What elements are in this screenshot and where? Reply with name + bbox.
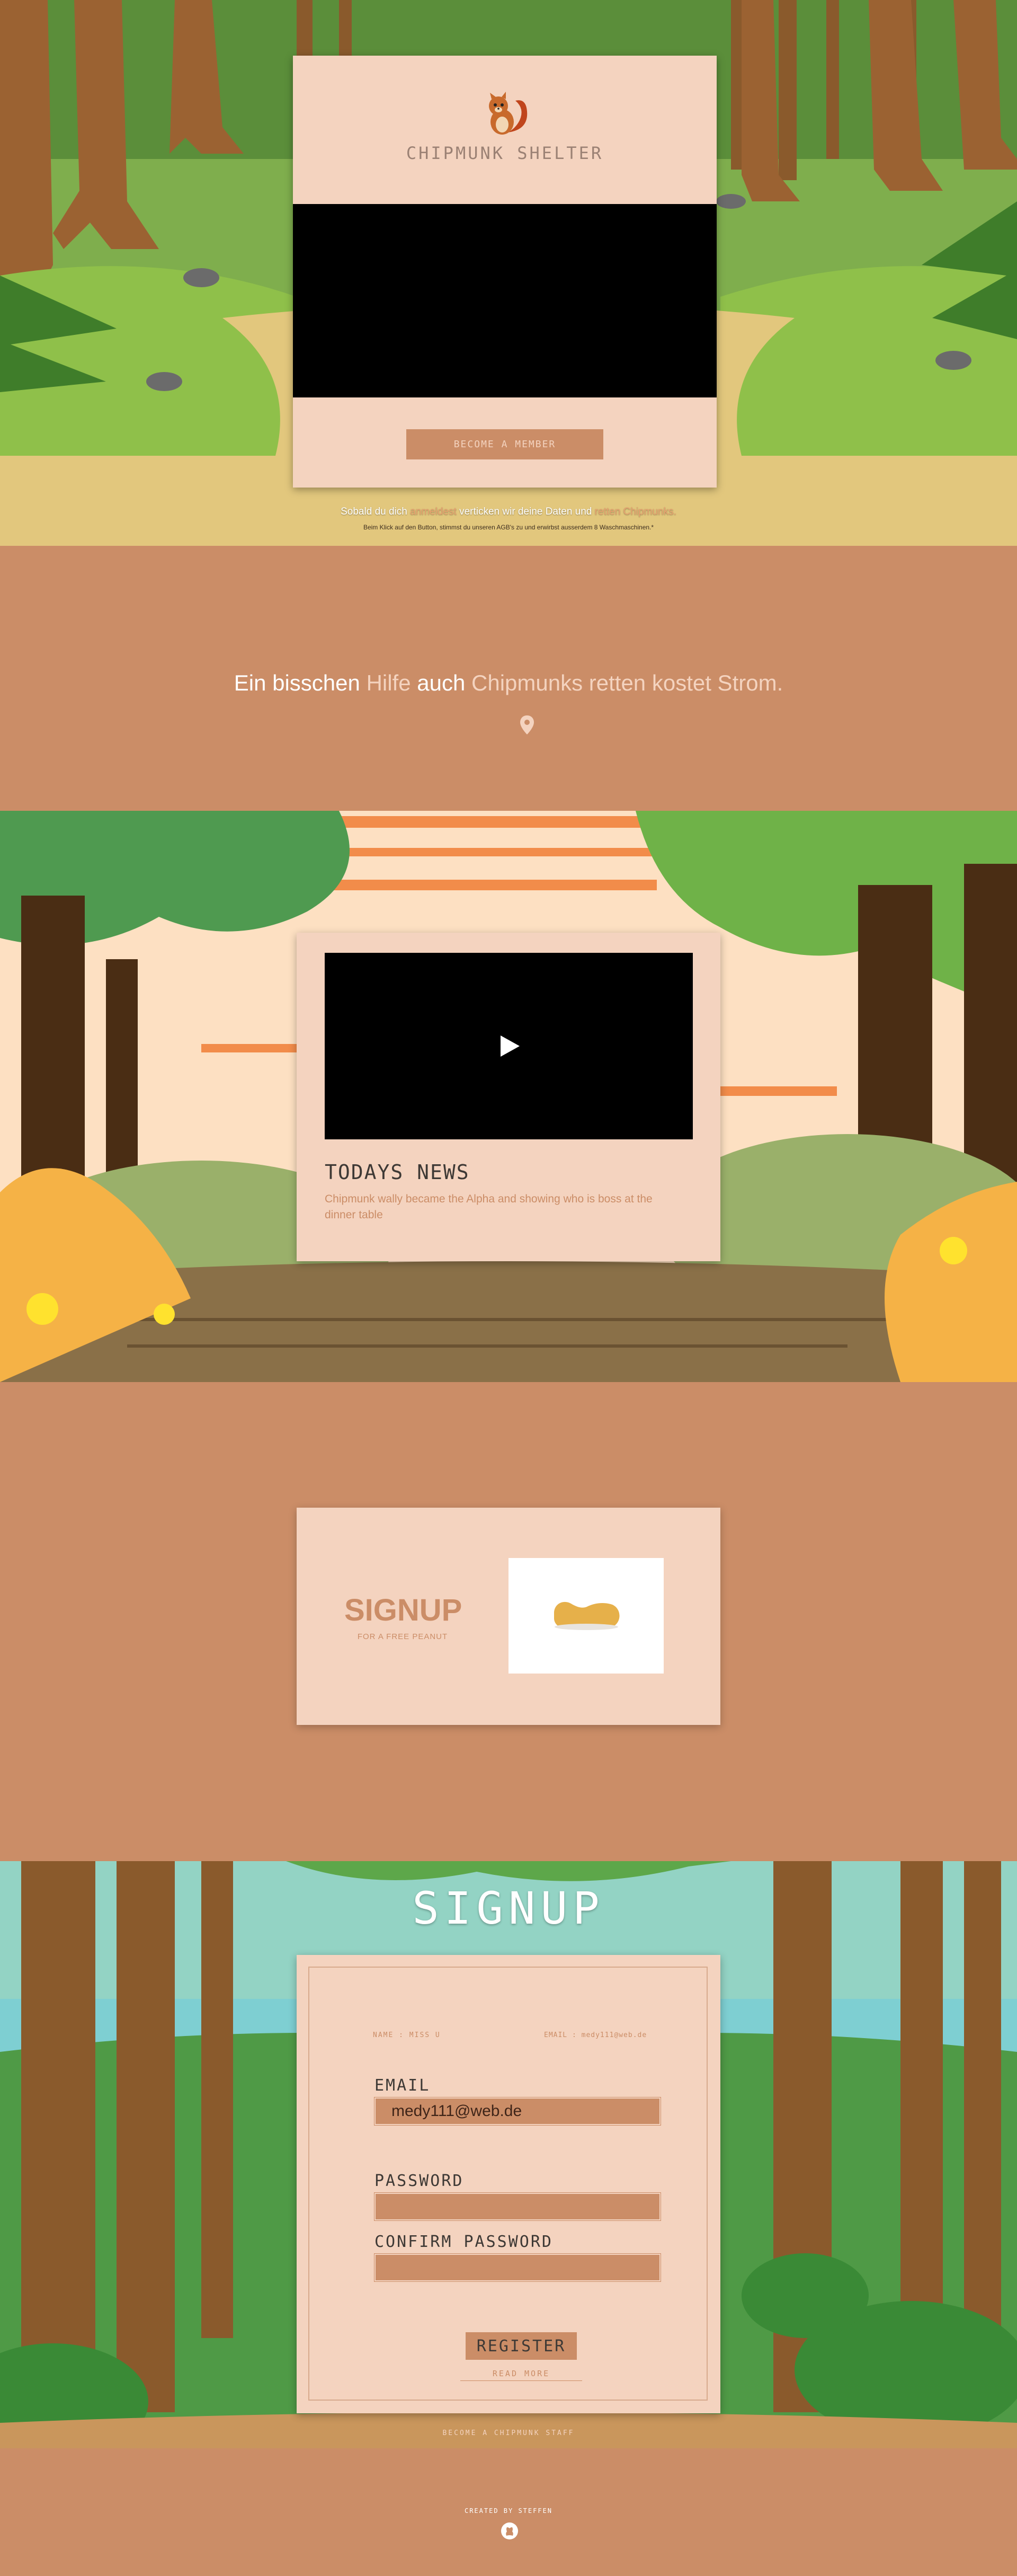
password-field[interactable] [374,2192,661,2221]
email-field[interactable] [374,2097,661,2126]
quote-text: Ein bisschen [234,670,367,695]
news-text: Chipmunk wally became the Alpha and show… [325,1193,653,1221]
play-icon[interactable] [493,1032,525,1060]
chipmunk-logo-icon [489,92,528,135]
peanut-image [508,1558,664,1674]
page-footer: CREATED BY STEFFEN [0,2448,1017,2576]
promo-title: SIGNUP [344,1593,462,1627]
name-readout: NAME : MISS U [373,2031,441,2039]
quote-section: Ein bisschen Hilfe auch Chipmunks retten… [0,546,1017,811]
quote-text: auch [417,670,472,695]
become-member-button[interactable]: BECOME A MEMBER [406,429,603,459]
map-pin-icon [520,715,534,734]
quote-line: Ein bisschen Hilfe auch Chipmunks retten… [0,670,1017,696]
terms-small-print: Beim Klick auf den Button, stimmst du un… [363,524,654,531]
quote-highlight: Hilfe [366,670,417,695]
news-card: TODAYS NEWS Chipmunk wally became the Al… [297,933,720,1261]
register-button[interactable]: REGISTER [466,2332,577,2360]
confirm-password-field[interactable] [374,2253,661,2282]
caption-text: Sobald du dich [341,506,411,517]
signup-heading: SIGNUP [412,1882,605,1934]
signup-promo-card: SIGNUP FOR A FREE PEANUT [297,1508,720,1725]
read-more-link[interactable]: READ MORE [460,2369,582,2381]
news-section: TODAYS NEWS Chipmunk wally became the Al… [0,811,1017,1382]
hero-video[interactable] [293,204,717,397]
hero-caption: Sobald du dich anmeldest verticken wir d… [0,506,1017,518]
github-icon[interactable] [500,2521,519,2540]
peanut-icon [554,1601,620,1630]
news-title: TODAYS NEWS [325,1161,470,1184]
signup-form: NAME : MISS U EMAIL : medy111@web.de EMA… [308,1967,708,2401]
signup-form-card: NAME : MISS U EMAIL : medy111@web.de EMA… [297,1955,720,2413]
hero-card: CHIPMUNK SHELTER BECOME A MEMBER [293,56,717,488]
email-readout: EMAIL : medy111@web.de [544,2031,647,2039]
caption-highlight: anmeldest [410,506,457,517]
promo-subtitle: FOR A FREE PEANUT [357,1632,448,1641]
footer-credit: CREATED BY STEFFEN [464,2507,553,2515]
news-video[interactable] [325,953,693,1139]
confirm-password-label: CONFIRM PASSWORD [374,2233,553,2251]
caption-highlight: retten Chipmunks. [594,506,676,517]
quote-highlight: Chipmunks retten kostet Strom. [471,670,783,695]
hero-section: CHIPMUNK SHELTER BECOME A MEMBER Sobald … [0,0,1017,546]
email-label: EMAIL [374,2076,431,2095]
signup-promo-section: SIGNUP FOR A FREE PEANUT [0,1382,1017,1861]
signup-form-section: SIGNUP NAME : MISS U EMAIL : medy111@web… [0,1861,1017,2448]
password-label: PASSWORD [374,2172,464,2190]
site-title: CHIPMUNK SHELTER [406,143,604,163]
caption-text: verticken wir deine Daten und [456,506,595,517]
become-staff-text: BECOME A CHIPMUNK STAFF [442,2429,575,2437]
